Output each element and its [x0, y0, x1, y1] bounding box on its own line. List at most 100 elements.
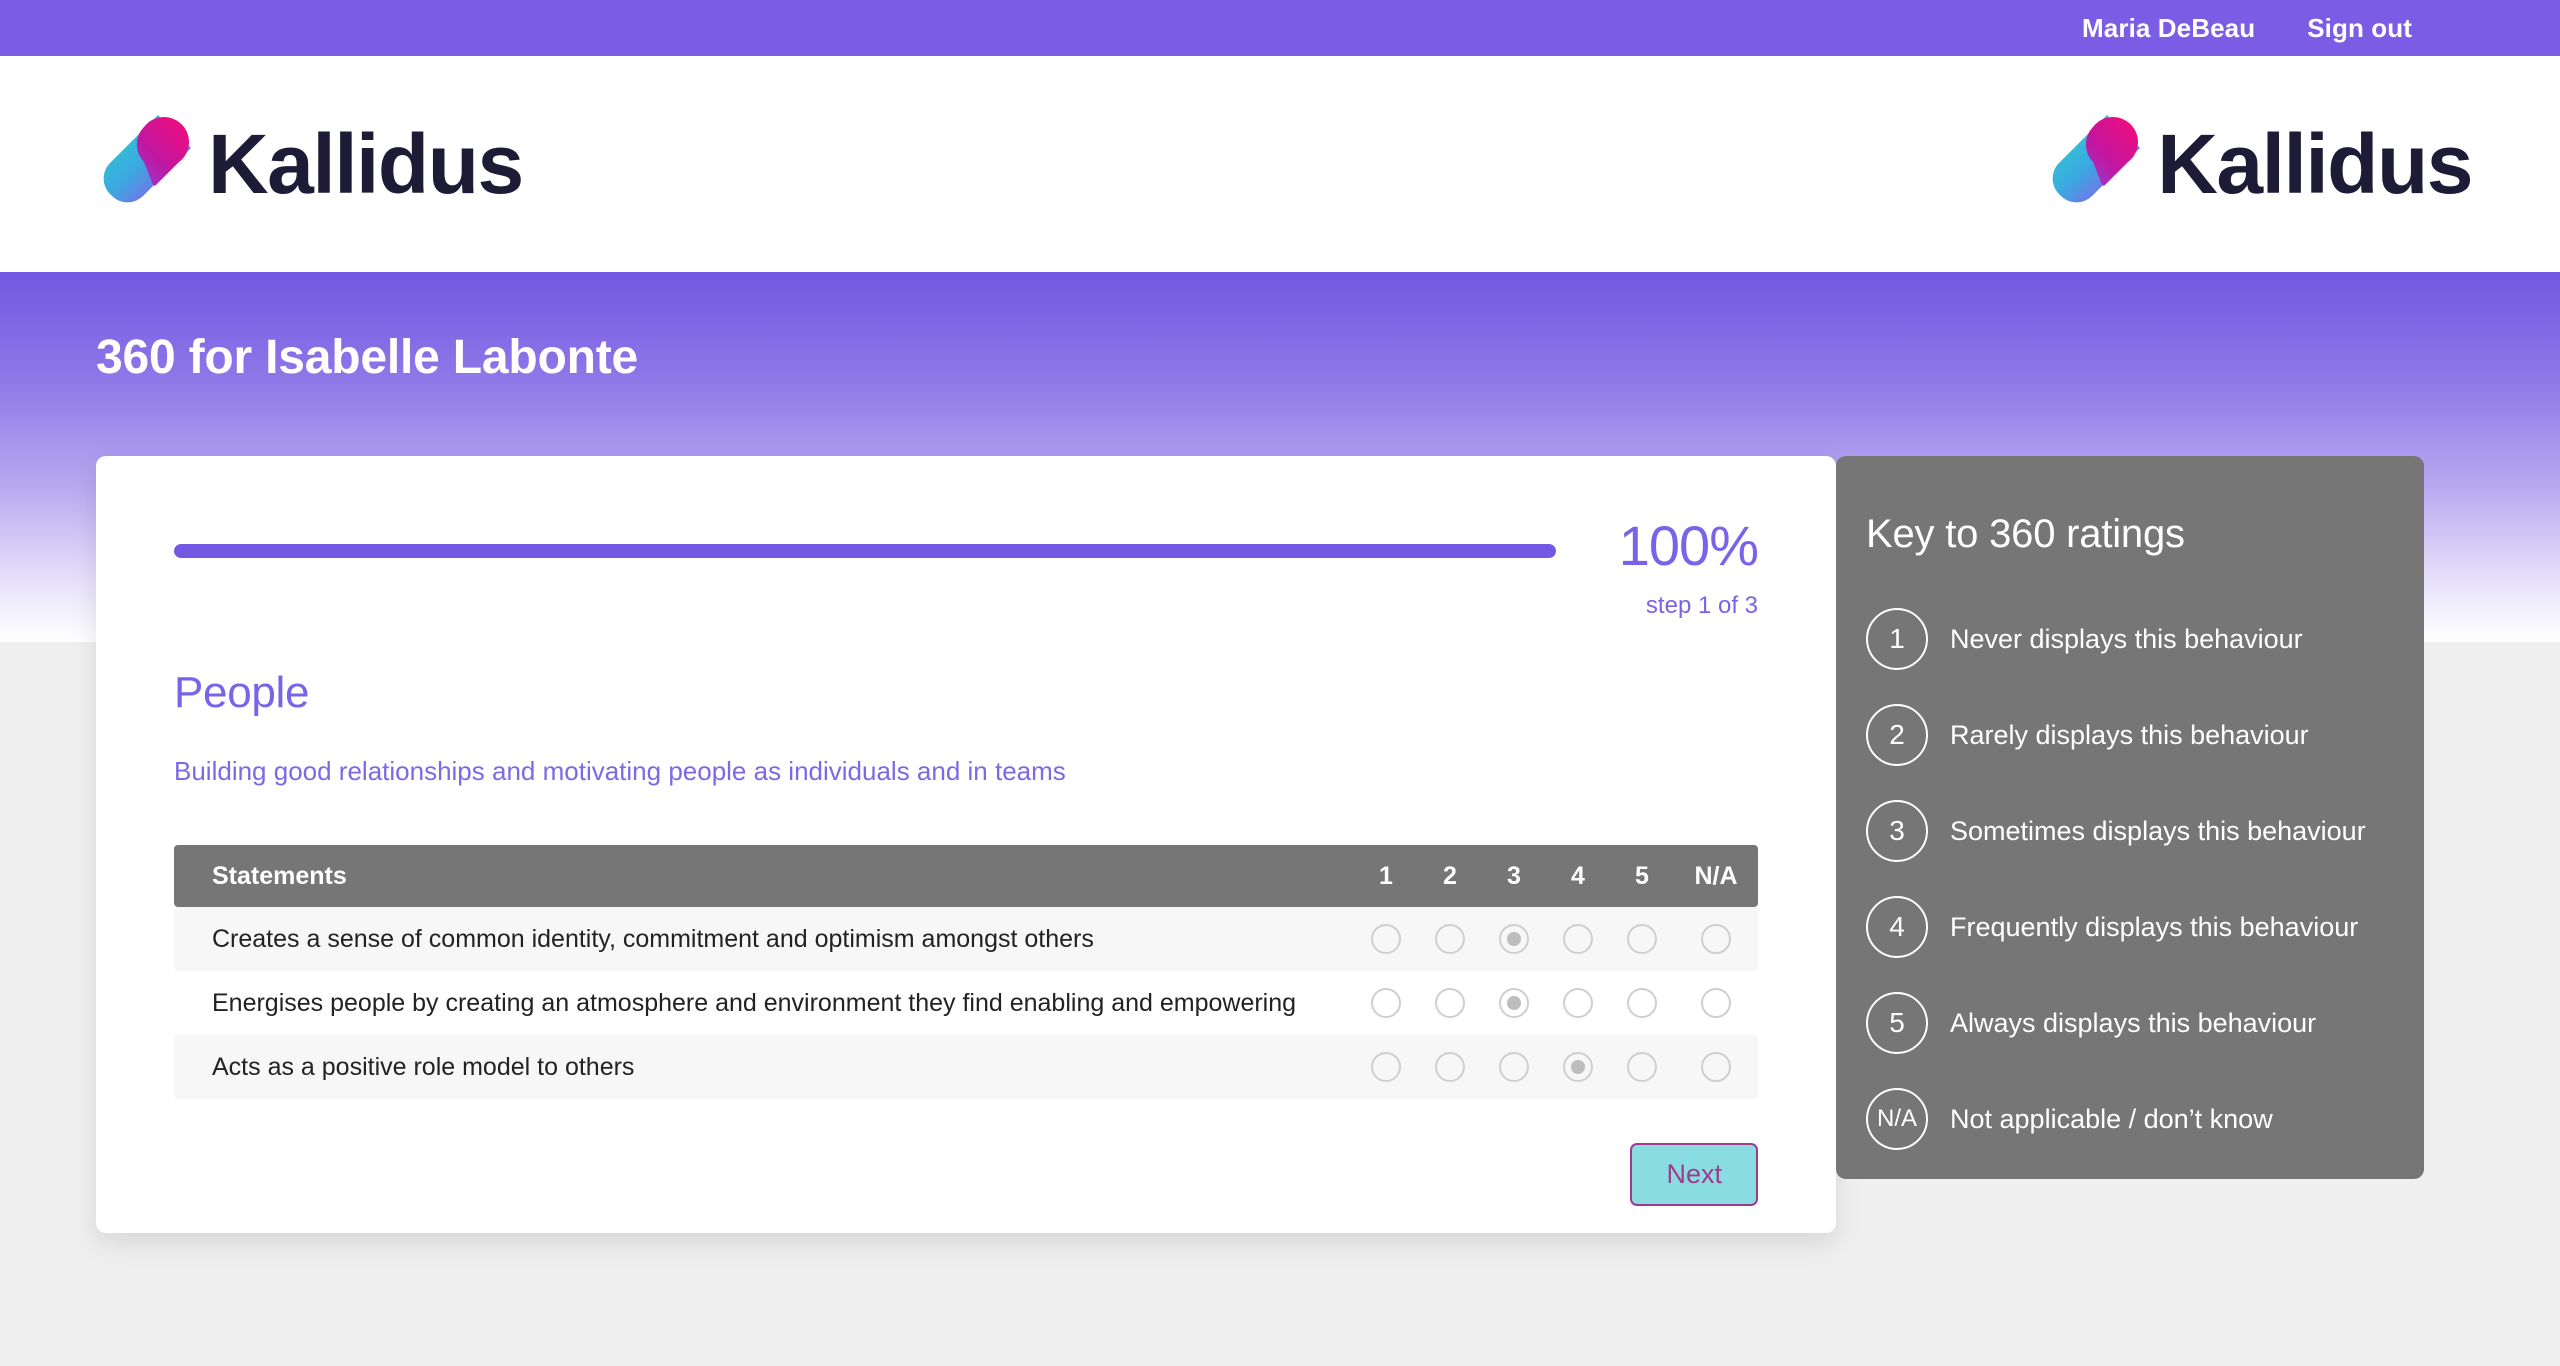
rating-cell[interactable] — [1546, 971, 1610, 1035]
column-header-option-3: 3 — [1482, 845, 1546, 907]
rating-radio-1[interactable] — [1371, 924, 1401, 954]
key-item: N/A Not applicable / don’t know — [1866, 1071, 2424, 1167]
sign-out-link[interactable]: Sign out — [2307, 13, 2412, 44]
rating-radio-4[interactable] — [1563, 988, 1593, 1018]
rating-radio-3[interactable] — [1499, 1052, 1529, 1082]
statement-text: Energises people by creating an atmosphe… — [174, 971, 1354, 1035]
next-button[interactable]: Next — [1630, 1143, 1758, 1206]
progress-bar-track — [174, 544, 1556, 558]
rating-cell[interactable] — [1674, 907, 1758, 971]
column-header-option-5: 5 — [1610, 845, 1674, 907]
rating-cell[interactable] — [1610, 1035, 1674, 1099]
rating-radio-na[interactable] — [1701, 988, 1731, 1018]
rating-radio-3[interactable] — [1499, 988, 1529, 1018]
logo-secondary[interactable]: Kallidus — [2045, 105, 2473, 223]
table-row: Creates a sense of common identity, comm… — [174, 907, 1758, 971]
radio-dot — [1507, 932, 1521, 946]
key-item: 1 Never displays this behaviour — [1866, 591, 2424, 687]
kallidus-wordmark-secondary: Kallidus — [2157, 117, 2473, 211]
kallidus-wordmark: Kallidus — [208, 117, 524, 211]
kallidus-logo-icon — [96, 105, 192, 223]
radio-dot — [1379, 932, 1393, 946]
rating-cell[interactable] — [1546, 907, 1610, 971]
rating-cell[interactable] — [1482, 971, 1546, 1035]
logo-primary[interactable]: Kallidus — [96, 105, 524, 223]
key-value-badge: 1 — [1866, 608, 1928, 670]
kallidus-logo-icon-secondary — [2045, 105, 2141, 223]
questionnaire-card: 100% step 1 of 3 People Building good re… — [96, 456, 1836, 1233]
statements-table-head: Statements 1 2 3 4 5 N/A — [174, 845, 1758, 907]
key-panel-title: Key to 360 ratings — [1866, 512, 2185, 556]
table-row: Acts as a positive role model to others — [174, 1035, 1758, 1099]
progress-row: 100% step 1 of 3 — [174, 514, 1759, 620]
rating-cell[interactable] — [1674, 971, 1758, 1035]
rating-cell[interactable] — [1354, 971, 1418, 1035]
rating-cell[interactable] — [1610, 971, 1674, 1035]
section-description: Building good relationships and motivati… — [174, 756, 1066, 786]
radio-dot — [1571, 932, 1585, 946]
radio-dot — [1635, 996, 1649, 1010]
key-value-badge: 3 — [1866, 800, 1928, 862]
top-utility-bar: Maria DeBeau Sign out — [0, 0, 2560, 56]
statement-text: Creates a sense of common identity, comm… — [174, 907, 1354, 971]
radio-dot — [1709, 996, 1723, 1010]
rating-cell[interactable] — [1482, 1035, 1546, 1099]
radio-dot — [1443, 932, 1457, 946]
key-value-badge: 2 — [1866, 704, 1928, 766]
user-name-link[interactable]: Maria DeBeau — [2082, 13, 2255, 44]
key-to-ratings-panel: Key to 360 ratings 1 Never displays this … — [1836, 456, 2424, 1179]
key-item-label: Never displays this behaviour — [1950, 623, 2303, 654]
rating-cell[interactable] — [1546, 1035, 1610, 1099]
rating-radio-5[interactable] — [1627, 1052, 1657, 1082]
card-actions: Next — [174, 1143, 1758, 1206]
radio-dot — [1571, 996, 1585, 1010]
rating-cell[interactable] — [1610, 907, 1674, 971]
radio-dot — [1443, 1060, 1457, 1074]
rating-radio-1[interactable] — [1371, 988, 1401, 1018]
rating-cell[interactable] — [1674, 1035, 1758, 1099]
rating-radio-na[interactable] — [1701, 924, 1731, 954]
rating-cell[interactable] — [1418, 971, 1482, 1035]
progress-percent-label: 100% — [1618, 514, 1759, 577]
statements-table: Statements 1 2 3 4 5 N/A Creates a sense of c… — [174, 845, 1758, 1099]
key-value-badge: N/A — [1866, 1088, 1928, 1150]
radio-dot — [1635, 1060, 1649, 1074]
radio-dot — [1571, 1060, 1585, 1074]
key-value-badge: 4 — [1866, 896, 1928, 958]
rating-radio-4[interactable] — [1563, 924, 1593, 954]
rating-cell[interactable] — [1354, 907, 1418, 971]
rating-radio-4[interactable] — [1563, 1052, 1593, 1082]
radio-dot — [1379, 1060, 1393, 1074]
key-item: 4 Frequently displays this behaviour — [1866, 879, 2424, 975]
rating-radio-2[interactable] — [1435, 924, 1465, 954]
statement-text: Acts as a positive role model to others — [174, 1035, 1354, 1099]
column-header-option-na: N/A — [1674, 845, 1758, 907]
radio-dot — [1507, 1060, 1521, 1074]
key-item: 5 Always displays this behaviour — [1866, 975, 2424, 1071]
radio-dot — [1709, 1060, 1723, 1074]
rating-radio-5[interactable] — [1627, 924, 1657, 954]
key-item-label: Rarely displays this behaviour — [1950, 719, 2309, 750]
rating-radio-na[interactable] — [1701, 1052, 1731, 1082]
rating-radio-2[interactable] — [1435, 1052, 1465, 1082]
column-header-option-4: 4 — [1546, 845, 1610, 907]
key-item-label: Frequently displays this behaviour — [1950, 911, 2359, 942]
key-item-label: Sometimes displays this behaviour — [1950, 815, 2366, 846]
radio-dot — [1507, 996, 1521, 1010]
column-header-option-2: 2 — [1418, 845, 1482, 907]
column-header-statements: Statements — [174, 845, 1354, 907]
rating-radio-5[interactable] — [1627, 988, 1657, 1018]
rating-radio-2[interactable] — [1435, 988, 1465, 1018]
table-row: Energises people by creating an atmosphe… — [174, 971, 1758, 1035]
rating-cell[interactable] — [1418, 1035, 1482, 1099]
rating-cell[interactable] — [1418, 907, 1482, 971]
key-value-badge: 5 — [1866, 992, 1928, 1054]
rating-radio-3[interactable] — [1499, 924, 1529, 954]
key-item: 2 Rarely displays this behaviour — [1866, 687, 2424, 783]
page-title: 360 for Isabelle Labonte — [96, 331, 639, 384]
progress-bar-fill — [174, 544, 1556, 558]
rating-cell[interactable] — [1482, 907, 1546, 971]
radio-dot — [1379, 996, 1393, 1010]
rating-radio-1[interactable] — [1371, 1052, 1401, 1082]
rating-cell[interactable] — [1354, 1035, 1418, 1099]
